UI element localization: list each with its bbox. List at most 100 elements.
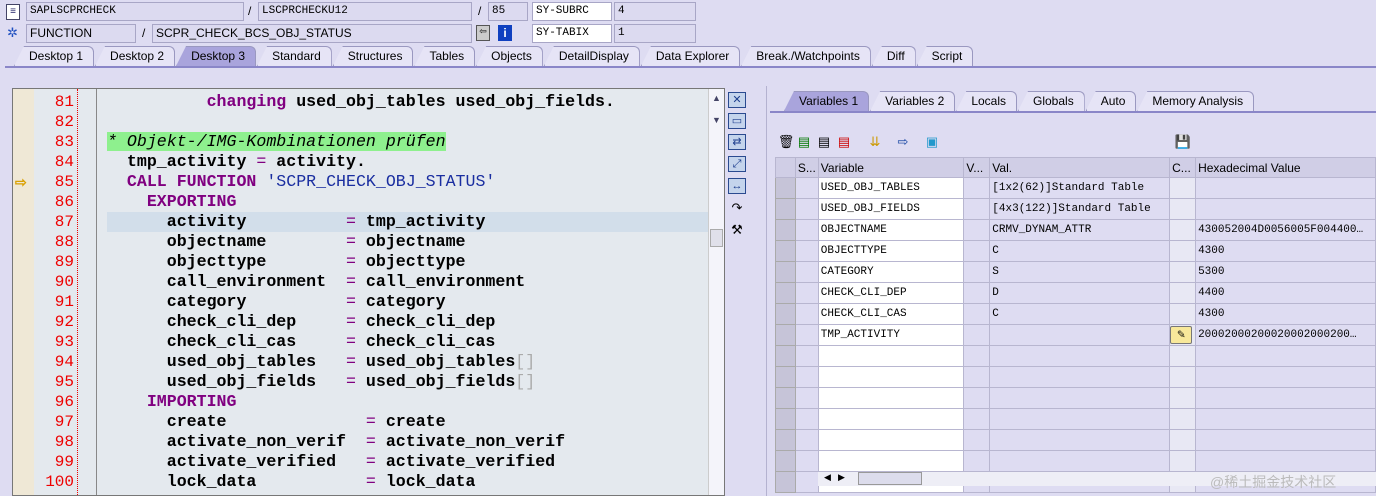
navigate-tree-icon[interactable]: ⇨ <box>894 134 912 150</box>
variable-cell[interactable]: TMP_ACTIVITY <box>817 324 965 346</box>
variable-cell[interactable]: CATEGORY <box>817 261 965 283</box>
tools-icon[interactable]: ⚒ <box>728 222 746 238</box>
table-row[interactable]: CHECK_CLI_CAS C 4300 <box>775 303 1376 325</box>
row-selector[interactable] <box>775 219 796 241</box>
delete-icon[interactable]: 🗑 <box>777 134 795 150</box>
scroll-right-arrow[interactable]: ▶ <box>838 472 845 483</box>
row-selector[interactable] <box>775 450 796 472</box>
close-icon[interactable]: ✕ <box>728 92 746 108</box>
value-cell[interactable]: [4x3(122)]Standard Table <box>989 198 1171 220</box>
value-cell[interactable]: S <box>989 261 1171 283</box>
row-selector[interactable] <box>775 471 796 493</box>
value-cell[interactable] <box>989 324 1171 346</box>
table-row-empty[interactable] <box>775 408 1376 430</box>
variable-cell[interactable]: OBJECTNAME <box>817 219 965 241</box>
table-row-empty[interactable] <box>775 387 1376 409</box>
swap-icon[interactable]: ⇄ <box>728 134 746 150</box>
scroll-thumb[interactable] <box>710 229 723 247</box>
change-cell[interactable] <box>1169 240 1197 262</box>
scroll-down-arrow[interactable]: ▼ <box>712 115 721 125</box>
change-cell[interactable] <box>1169 177 1197 199</box>
sysfield-2[interactable]: SY-TABIX <box>532 24 612 43</box>
tab-detaildisplay[interactable]: DetailDisplay <box>543 46 640 66</box>
delete-row-icon[interactable]: ▤ <box>835 134 853 150</box>
table-row[interactable]: TMP_ACTIVITY ✎ 20002000200020002000200… <box>775 324 1376 346</box>
column-header-c[interactable]: C... <box>1169 157 1197 178</box>
change-cell[interactable] <box>1169 219 1197 241</box>
new-window-icon[interactable]: ▭ <box>728 113 746 129</box>
variable-cell[interactable]: OBJECTTYPE <box>817 240 965 262</box>
column-header-variable[interactable]: Variable <box>817 157 965 178</box>
column-header-hex[interactable]: Hexadecimal Value <box>1195 157 1376 178</box>
value-cell[interactable]: C <box>989 240 1171 262</box>
tab-auto[interactable]: Auto <box>1085 91 1137 111</box>
tab-globals[interactable]: Globals <box>1018 91 1085 111</box>
tab-objects[interactable]: Objects <box>476 46 543 66</box>
info-icon[interactable]: i <box>498 25 512 41</box>
vertical-scrollbar[interactable]: ▲ ▼ <box>708 89 724 495</box>
tab-structures[interactable]: Structures <box>332 46 414 66</box>
variable-cell[interactable]: CHECK_CLI_DEP <box>817 282 965 304</box>
tab-variables-2[interactable]: Variables 2 <box>870 91 956 111</box>
tab-script[interactable]: Script <box>916 46 974 66</box>
table-row-empty[interactable] <box>775 366 1376 388</box>
scroll-left-arrow[interactable]: ◀ <box>824 472 831 483</box>
table-row[interactable]: OBJECTNAME CRMV_DYNAM_ATTR 430052004D00560… <box>775 219 1376 241</box>
value-cell[interactable]: D <box>989 282 1171 304</box>
tab-diff[interactable]: Diff <box>871 46 916 66</box>
scroll-up-arrow[interactable]: ▲ <box>712 93 721 103</box>
tab-standard[interactable]: Standard <box>257 46 332 66</box>
insert-row-icon[interactable]: ▤ <box>795 134 813 150</box>
row-selector[interactable] <box>775 282 796 304</box>
table-row-empty[interactable] <box>775 450 1376 472</box>
table-row[interactable]: USED_OBJ_FIELDS [4x3(122)]Standard Table <box>775 198 1376 220</box>
row-selector[interactable] <box>775 324 796 346</box>
edit-pencil-icon[interactable]: ✎ <box>1170 326 1193 344</box>
fit-width-icon[interactable]: ↔ <box>728 178 746 194</box>
variable-cell[interactable]: USED_OBJ_FIELDS <box>817 198 965 220</box>
append-row-icon[interactable]: ▤ <box>815 134 833 150</box>
table-row[interactable]: CHECK_CLI_DEP D 4400 <box>775 282 1376 304</box>
row-selector[interactable] <box>775 345 796 367</box>
scroll-thumb[interactable] <box>858 472 922 485</box>
row-selector[interactable] <box>775 366 796 388</box>
row-selector[interactable] <box>775 240 796 262</box>
value-cell[interactable]: C <box>989 303 1171 325</box>
table-row[interactable]: CATEGORY S 5300 <box>775 261 1376 283</box>
column-header-s[interactable]: S... <box>794 157 819 178</box>
tab-locals[interactable]: Locals <box>956 91 1017 111</box>
row-selector[interactable] <box>775 429 796 451</box>
table-row-empty[interactable] <box>775 345 1376 367</box>
change-cell[interactable]: ✎ <box>1169 324 1197 346</box>
tab-memory-analysis[interactable]: Memory Analysis <box>1137 91 1255 111</box>
change-cell[interactable] <box>1169 303 1197 325</box>
tab-desktop-3[interactable]: Desktop 3 <box>176 46 257 66</box>
change-cell[interactable] <box>1169 282 1197 304</box>
save-icon[interactable]: 💾 <box>1174 134 1192 150</box>
maximize-icon[interactable]: ⤢ <box>728 156 746 172</box>
row-selector[interactable] <box>775 261 796 283</box>
column-header-value[interactable]: Val. <box>989 157 1171 178</box>
tab-data-explorer[interactable]: Data Explorer <box>640 46 741 66</box>
sort-icon[interactable]: ⇊ <box>866 134 884 150</box>
row-selector[interactable] <box>775 303 796 325</box>
source-code-editor[interactable]: 81 changing used_obj_tables used_obj_fie… <box>12 88 725 496</box>
value-cell[interactable]: CRMV_DYNAM_ATTR <box>989 219 1171 241</box>
change-cell[interactable] <box>1169 198 1197 220</box>
change-cell[interactable] <box>1169 261 1197 283</box>
tab-break-watchpoints[interactable]: Break./Watchpoints <box>741 46 871 66</box>
sysfield-1[interactable]: SY-SUBRC <box>532 2 612 21</box>
table-row-empty[interactable] <box>775 429 1376 451</box>
navigate-icon[interactable]: ⇦ <box>476 25 490 41</box>
row-selector[interactable] <box>775 387 796 409</box>
row-selector[interactable] <box>775 198 796 220</box>
filter-icon[interactable]: ▣ <box>923 134 941 150</box>
tab-desktop-2[interactable]: Desktop 2 <box>95 46 176 66</box>
table-row[interactable]: OBJECTTYPE C 4300 <box>775 240 1376 262</box>
tab-tables[interactable]: Tables <box>414 46 476 66</box>
swap-tools-icon[interactable]: ↷ <box>728 200 746 216</box>
variable-cell[interactable]: USED_OBJ_TABLES <box>817 177 965 199</box>
tab-variables-1[interactable]: Variables 1 <box>784 91 870 111</box>
column-header-v[interactable]: V... <box>963 157 991 178</box>
value-cell[interactable]: [1x2(62)]Standard Table <box>989 177 1171 199</box>
